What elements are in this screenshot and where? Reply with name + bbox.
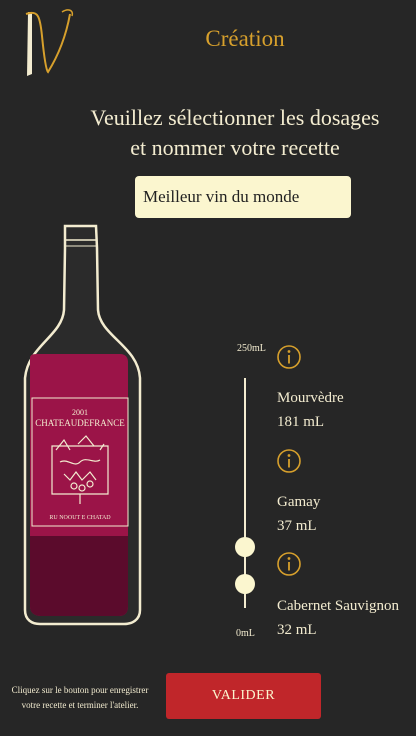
validate-button[interactable]: VALIDER [166, 673, 321, 719]
brand-logo [25, 9, 74, 76]
instruction-line-1: Veuillez sélectionner les dosages [90, 105, 380, 130]
page-title: Création [205, 26, 285, 51]
info-icon[interactable] [276, 448, 302, 474]
hint-line-1: Cliquez sur le bouton pour enregistrer [11, 685, 149, 695]
info-icon[interactable] [276, 551, 302, 577]
instruction-text: Veuillez sélectionner les dosages et nom… [70, 103, 400, 163]
label-chateau: CHATEAUDEFRANCE [35, 418, 125, 428]
instruction-line-2: et nommer votre recette [130, 135, 340, 160]
grape-item-mourvedre: Mourvèdre 181 mL [277, 386, 344, 434]
grape-amount: 32 mL [277, 622, 317, 638]
grape-amount: 181 mL [277, 414, 325, 430]
recipe-name-input[interactable] [135, 176, 351, 218]
info-icon[interactable] [276, 344, 302, 370]
grape-amount: 37 mL [277, 518, 317, 534]
label-bottom-text: RU NOOUT E CHATAD [49, 515, 111, 521]
grape-item-gamay: Gamay 37 mL [277, 490, 320, 538]
hint-line-2: votre recette et terminer l'atelier. [21, 700, 139, 710]
grape-name: Cabernet Sauvignon [277, 598, 400, 614]
grape-name: Gamay [277, 494, 321, 510]
submit-hint: Cliquez sur le bouton pour enregistrer v… [0, 683, 160, 713]
grape-item-cabernet-sauvignon: Cabernet Sauvignon 32 mL [277, 594, 399, 642]
label-year: 2001 [72, 408, 88, 417]
wine-bottle-illustration: 2001 CHATEAUDEFRANCE RU NOOUT E CHATAD [23, 224, 142, 626]
scale-min-label: 0mL [236, 628, 255, 639]
slider-handle-lower[interactable] [235, 574, 255, 594]
scale-max-label: 250mL [237, 343, 266, 354]
grape-name: Mourvèdre [277, 390, 344, 406]
slider-handle-upper[interactable] [235, 537, 255, 557]
